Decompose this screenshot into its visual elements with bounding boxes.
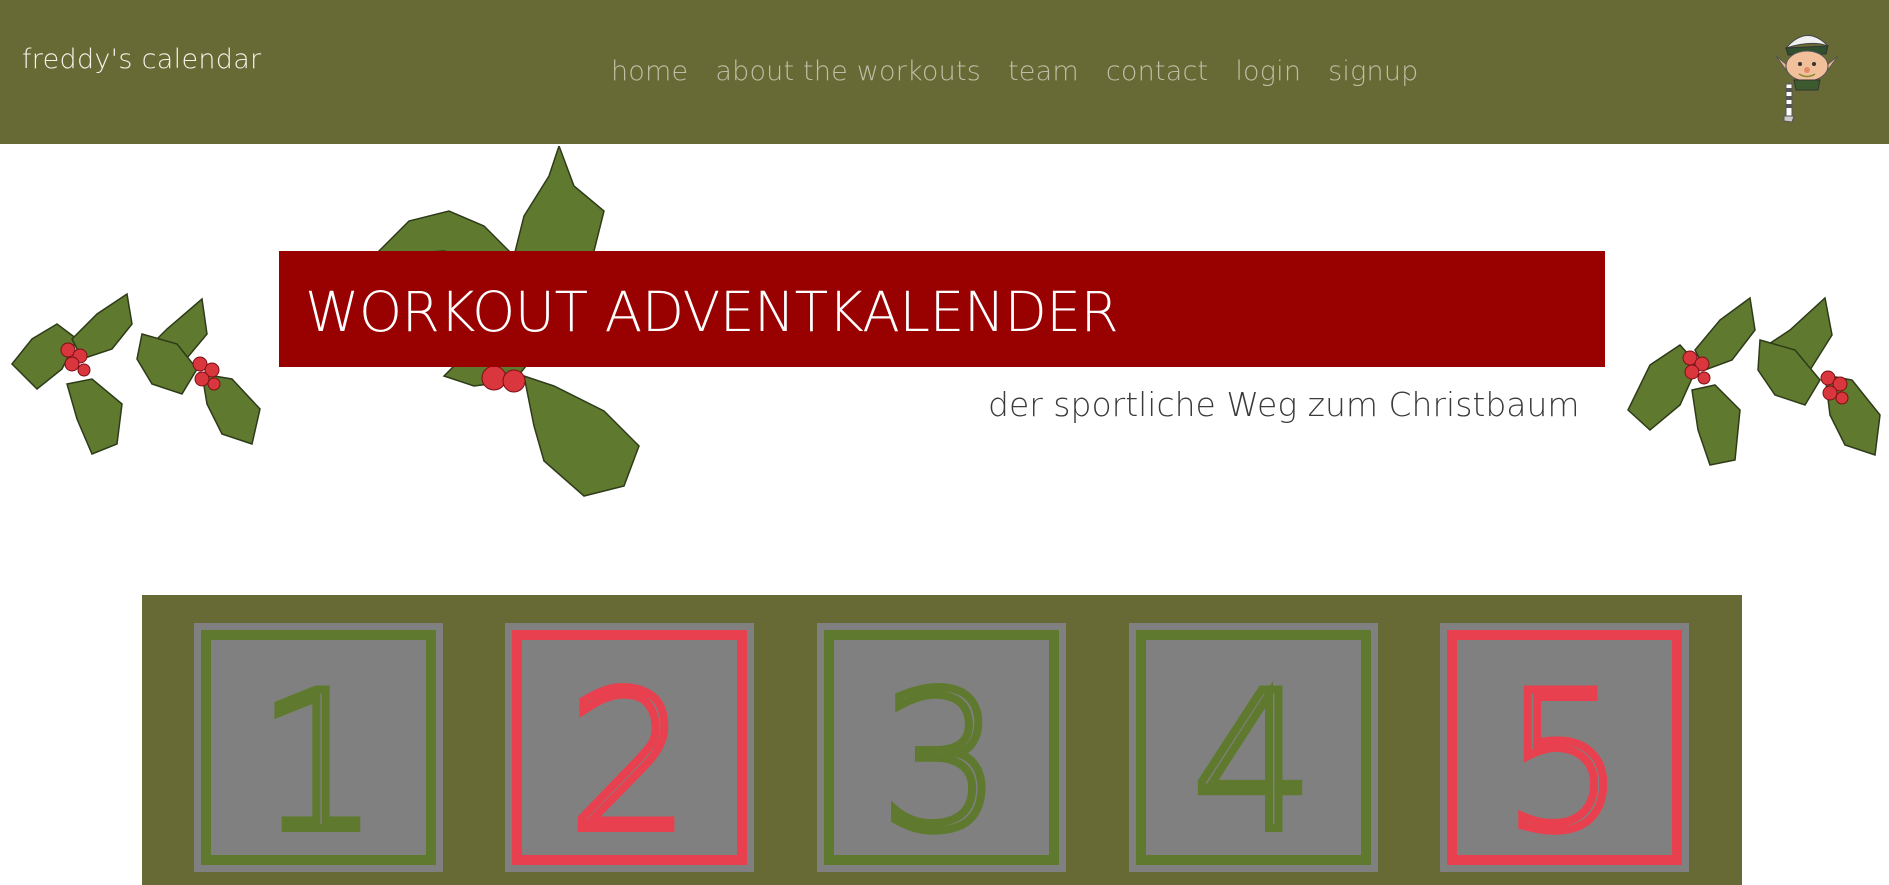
door-number: 1 — [258, 652, 379, 872]
nav-signup[interactable]: signup — [1328, 56, 1418, 87]
nav-login[interactable]: login — [1235, 56, 1301, 87]
main-nav: home about the workouts team contact log… — [611, 56, 1419, 87]
top-navigation-bar: freddy's calendar home about the workout… — [0, 0, 1889, 144]
hero-section — [0, 144, 1889, 594]
brand-logo-text[interactable]: freddy's calendar — [22, 44, 261, 75]
advent-calendar-panel: 1 2 3 4 5 — [142, 595, 1742, 885]
door-number: 3 — [881, 652, 1002, 872]
nav-about-the-workouts[interactable]: about the workouts — [715, 56, 981, 87]
page-subtitle: der sportliche Weg zum Christbaum — [988, 385, 1580, 424]
door-number: 5 — [1504, 652, 1625, 872]
calendar-door-3[interactable]: 3 — [817, 623, 1066, 872]
calendar-door-1[interactable]: 1 — [194, 623, 443, 872]
door-number: 2 — [569, 652, 690, 872]
holly-icon — [1627, 296, 1881, 466]
page-title: WORKOUT ADVENTKALENDER — [305, 280, 1119, 344]
calendar-door-2[interactable]: 2 — [505, 623, 754, 872]
calendar-door-5[interactable]: 5 — [1440, 623, 1689, 872]
nav-contact[interactable]: contact — [1106, 56, 1208, 87]
door-number: 4 — [1193, 652, 1314, 872]
nav-home[interactable]: home — [611, 56, 688, 87]
nav-team[interactable]: team — [1008, 56, 1079, 87]
calendar-door-4[interactable]: 4 — [1129, 623, 1378, 872]
elf-icon[interactable] — [1772, 24, 1842, 124]
title-banner: WORKOUT ADVENTKALENDER — [279, 251, 1605, 367]
holly-icon — [10, 292, 261, 455]
